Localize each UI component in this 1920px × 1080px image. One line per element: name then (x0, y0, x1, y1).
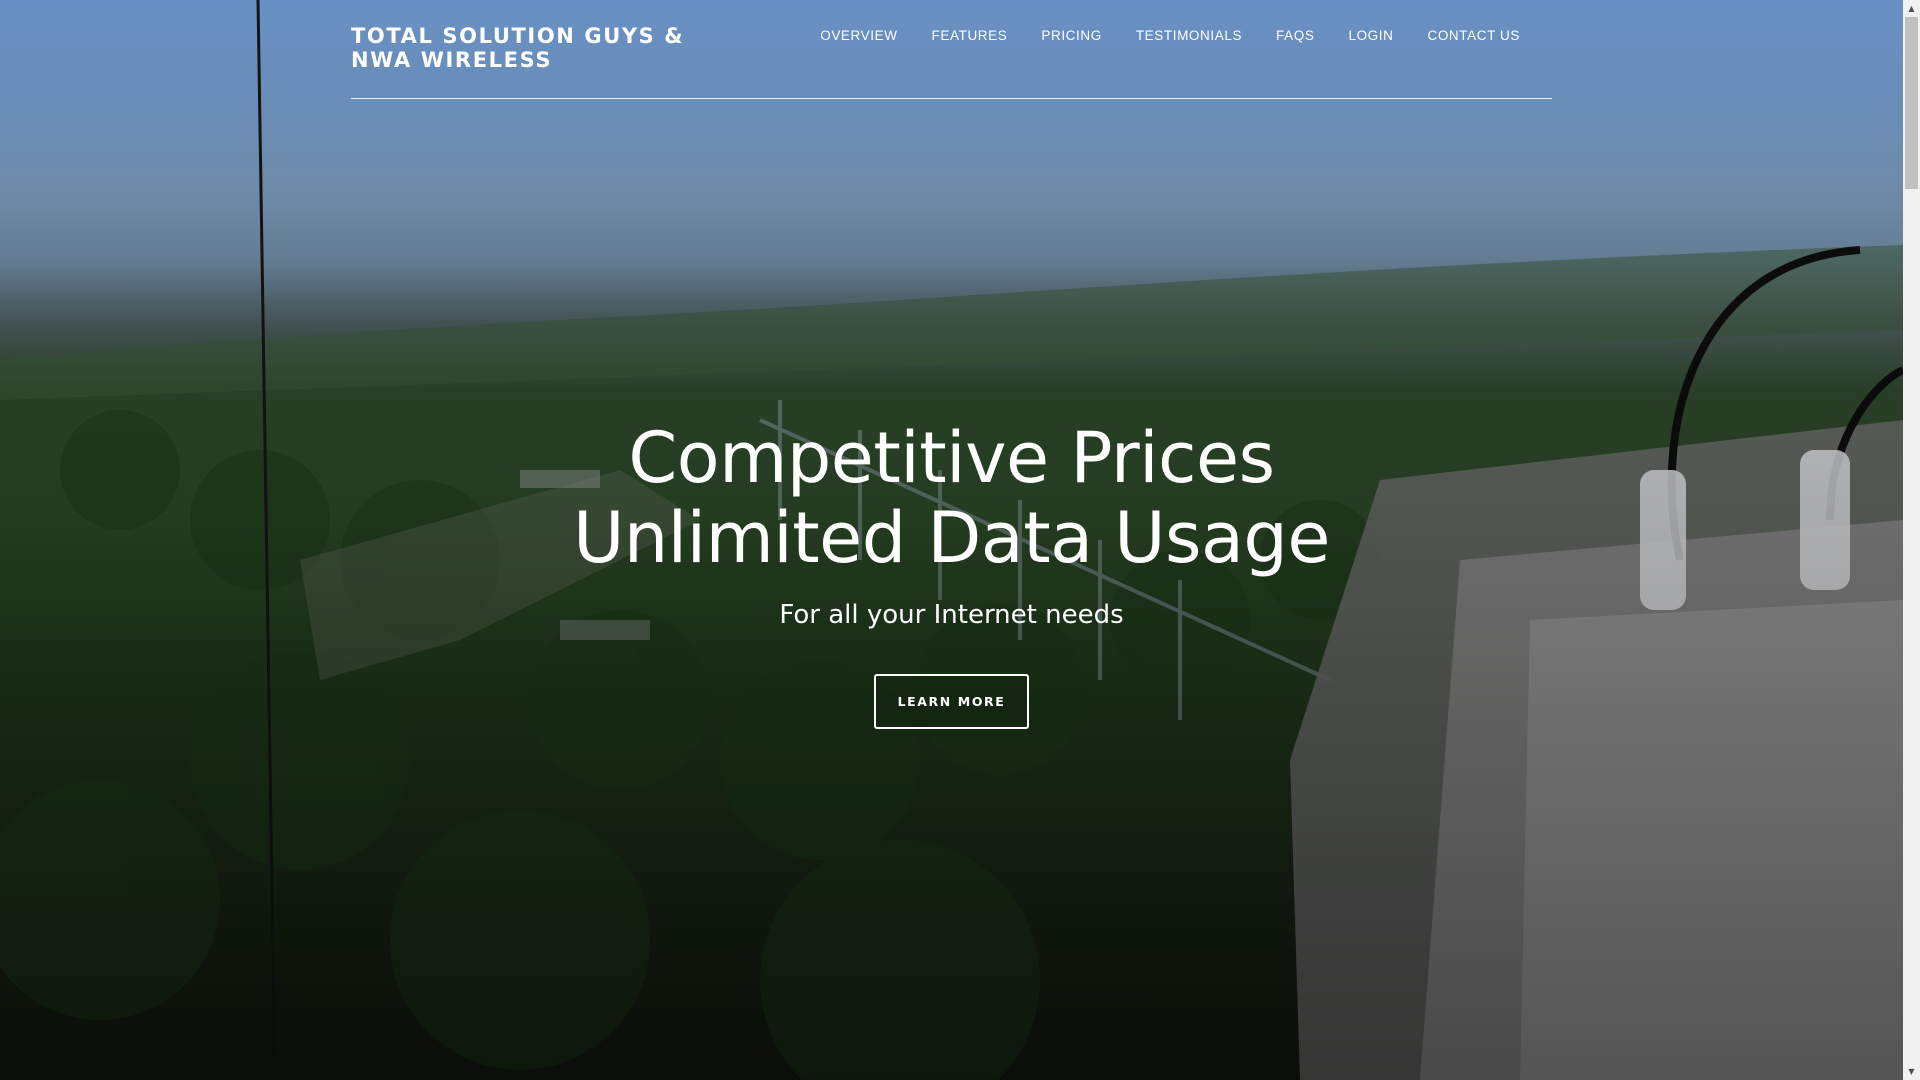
page-viewport: TOTAL SOLUTION GUYS & NWA WIRELESS OVERV… (0, 0, 1903, 1080)
nav-testimonials-link[interactable]: TESTIMONIALS (1118, 27, 1258, 45)
hero-subheadline: For all your Internet needs (779, 600, 1124, 630)
hero-headline: Competitive Prices Unlimited Data Usage (0, 418, 1903, 578)
brand-line-1: TOTAL SOLUTION GUYS & (351, 24, 685, 48)
nav-overview-link[interactable]: OVERVIEW (802, 27, 913, 45)
scrollbar-thumb[interactable] (1905, 17, 1918, 189)
learn-more-button[interactable]: LEARN MORE (874, 674, 1029, 729)
hero-section: Competitive Prices Unlimited Data Usage … (0, 418, 1903, 729)
hero-headline-line-2: Unlimited Data Usage (573, 497, 1330, 579)
nav-contact-us-link[interactable]: CONTACT US (1409, 27, 1536, 45)
site-header: TOTAL SOLUTION GUYS & NWA WIRELESS OVERV… (351, 0, 1552, 99)
nav-login-link[interactable]: LOGIN (1330, 27, 1409, 45)
scroll-up-arrow-icon[interactable]: ▲ (1903, 0, 1920, 17)
site-logo-text[interactable]: TOTAL SOLUTION GUYS & NWA WIRELESS (351, 24, 711, 72)
nav-pricing-link[interactable]: PRICING (1023, 27, 1117, 45)
brand-line-2: NWA WIRELESS (351, 48, 553, 72)
nav-faqs-link[interactable]: FAQS (1258, 27, 1330, 45)
main-nav: OVERVIEW FEATURES PRICING TESTIMONIALS F… (802, 27, 1536, 45)
nav-features-link[interactable]: FEATURES (914, 27, 1024, 45)
hero-headline-line-1: Competitive Prices (628, 417, 1275, 499)
scroll-down-arrow-icon[interactable]: ▼ (1903, 1063, 1920, 1080)
page-scrollbar[interactable]: ▲ ▼ (1903, 0, 1920, 1080)
